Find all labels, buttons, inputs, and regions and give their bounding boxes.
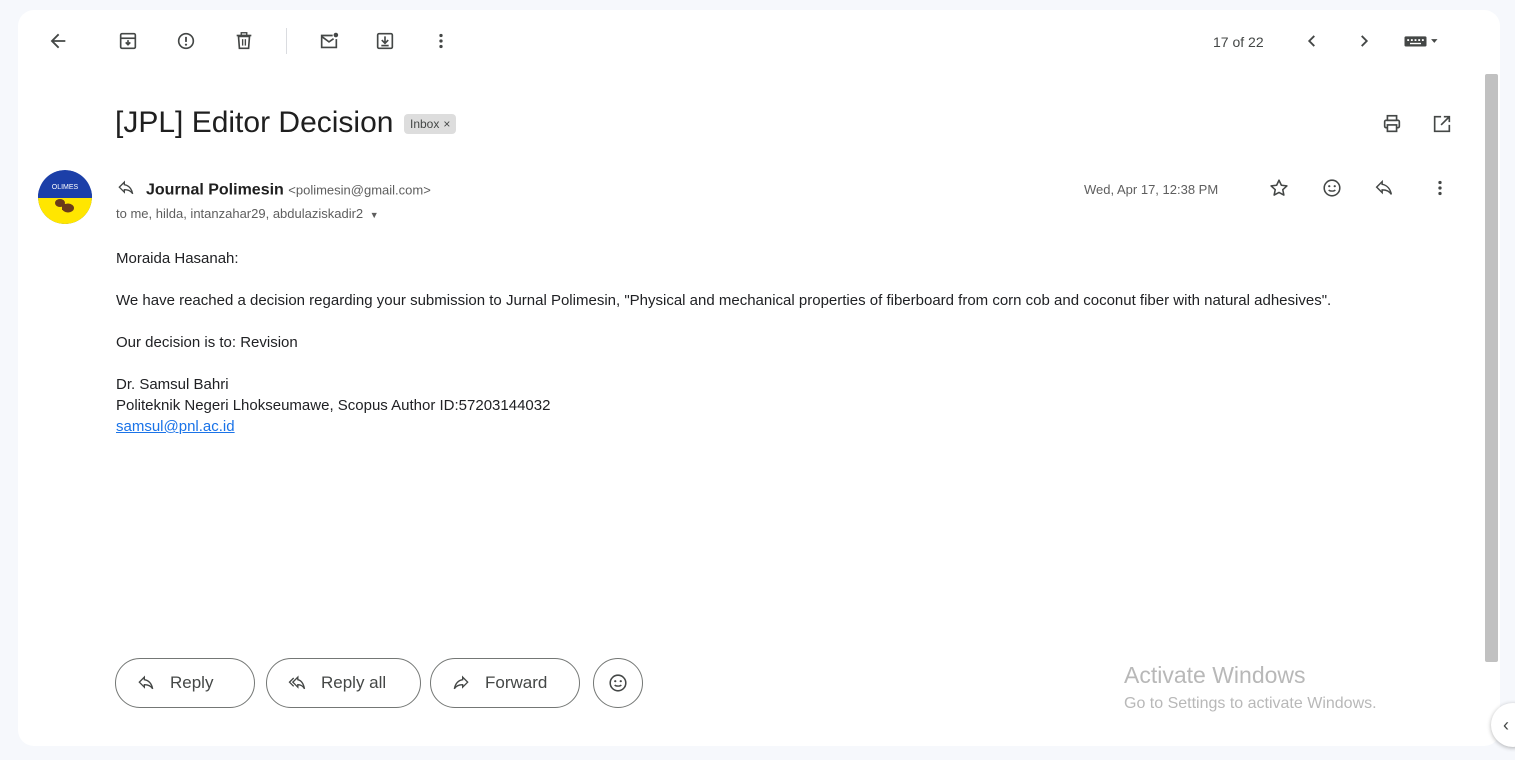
move-to-icon[interactable] xyxy=(369,25,401,57)
body-paragraph: We have reached a decision regarding you… xyxy=(116,292,1332,309)
mark-unread-icon[interactable] xyxy=(313,25,345,57)
archive-icon[interactable] xyxy=(112,25,144,57)
emoji-reaction-icon[interactable] xyxy=(1316,172,1348,204)
greeting: Moraida Hasanah: xyxy=(116,250,239,267)
arrow-left-icon[interactable] xyxy=(42,25,74,57)
forward-icon xyxy=(453,675,469,690)
scrollbar-thumb[interactable] xyxy=(1485,74,1498,662)
email-subject: [JPL] Editor Decision xyxy=(115,106,394,139)
sender-avatar[interactable]: OLIMES xyxy=(38,170,92,224)
star-icon[interactable] xyxy=(1263,172,1295,204)
windows-activation-watermark: Activate Windows Go to Settings to activ… xyxy=(1124,662,1377,713)
sender-line: Journal Polimesin <polimesin@gmail.com> xyxy=(116,178,431,203)
recipients-dropdown-icon[interactable]: ▼ xyxy=(370,210,379,220)
report-spam-icon[interactable] xyxy=(170,25,202,57)
reply-all-button[interactable]: Reply all xyxy=(266,658,421,708)
reply-arrow-icon xyxy=(116,178,136,203)
email-body: Moraida Hasanah: We have reached a decis… xyxy=(116,248,1456,437)
recipients-line[interactable]: to me, hilda, intanzahar29, abdulaziskad… xyxy=(116,206,379,221)
more-vert-icon[interactable] xyxy=(425,25,457,57)
trash-icon[interactable] xyxy=(228,25,260,57)
signature-name: Dr. Samsul Bahri xyxy=(116,376,229,393)
toolbar-divider xyxy=(286,28,287,54)
reply-label: Reply xyxy=(170,673,214,692)
signature-email-link[interactable]: samsul@pnl.ac.id xyxy=(116,418,235,435)
smile-icon xyxy=(609,674,627,692)
emoji-reaction-button[interactable] xyxy=(593,658,643,708)
reply-all-label: Reply all xyxy=(321,673,387,692)
recipients-text: to me, hilda, intanzahar29, abdulaziskad… xyxy=(116,206,364,221)
label-text: Inbox xyxy=(410,117,440,131)
sender-name[interactable]: Journal Polimesin xyxy=(146,182,284,199)
chevron-left-icon[interactable] xyxy=(1296,25,1328,57)
signature-affiliation: Politeknik Negeri Lhokseumawe, Scopus Au… xyxy=(116,397,551,414)
email-date: Wed, Apr 17, 12:38 PM xyxy=(1084,182,1219,197)
reply-icon xyxy=(138,675,154,690)
message-more-icon[interactable] xyxy=(1424,172,1456,204)
keyboard-icon[interactable] xyxy=(1398,25,1444,57)
sender-email: <polimesin@gmail.com> xyxy=(288,182,431,198)
chevron-right-icon[interactable] xyxy=(1348,25,1380,57)
reply-all-icon xyxy=(288,675,306,690)
remove-label-icon[interactable]: × xyxy=(443,117,450,131)
watermark-subtitle: Go to Settings to activate Windows. xyxy=(1124,695,1377,712)
open-new-window-icon[interactable] xyxy=(1426,108,1458,140)
reply-button[interactable]: Reply xyxy=(115,658,255,708)
watermark-title: Activate Windows xyxy=(1124,662,1306,688)
pagination-count: 17 of 22 xyxy=(1213,34,1264,50)
forward-button[interactable]: Forward xyxy=(430,658,580,708)
decision-line: Our decision is to: Revision xyxy=(116,334,298,351)
avatar-logo-text: OLIMES xyxy=(52,184,79,191)
print-icon[interactable] xyxy=(1376,108,1408,140)
inbox-label-chip[interactable]: Inbox × xyxy=(404,114,457,134)
reply-icon[interactable] xyxy=(1368,172,1400,204)
forward-label: Forward xyxy=(485,673,548,692)
